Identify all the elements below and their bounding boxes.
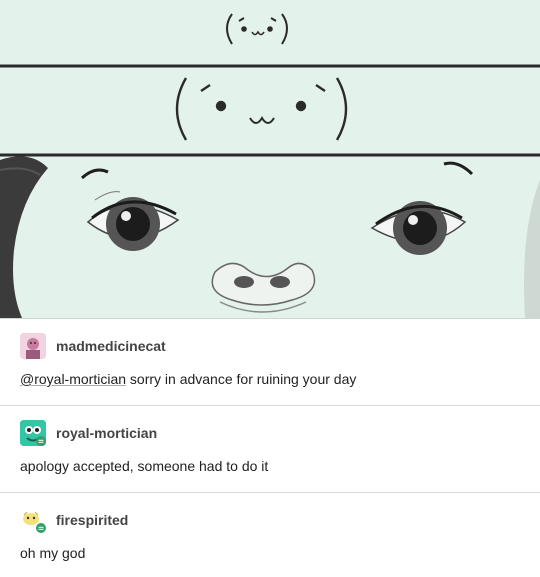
reply-header: firespirited (20, 507, 128, 533)
green-monster-avatar-icon[interactable] (20, 420, 46, 446)
reply-item: madmedicinecat @royal-mortician sorry in… (0, 319, 540, 406)
yellow-creature-avatar-icon[interactable] (20, 507, 46, 533)
reply-message: sorry in advance for ruining your day (126, 371, 357, 387)
post-image (0, 0, 540, 319)
reply-text: oh my god (20, 545, 86, 561)
reply-text: apology accepted, someone had to do it (20, 458, 269, 474)
reply-username[interactable]: madmedicinecat (56, 338, 166, 354)
reply-header: royal-mortician (20, 420, 157, 446)
pink-portrait-avatar-icon[interactable] (20, 333, 46, 359)
reply-header: madmedicinecat (20, 333, 166, 359)
post: madmedicinecat @royal-mortician sorry in… (0, 0, 540, 577)
reply-username[interactable]: royal-mortician (56, 425, 157, 441)
reply-item: firespirited oh my god (0, 493, 540, 577)
reply-username[interactable]: firespirited (56, 512, 128, 528)
reply-item: royal-mortician apology accepted, someon… (0, 406, 540, 493)
mention-link[interactable]: @royal-mortician (20, 371, 126, 387)
reply-text: @royal-mortician sorry in advance for ru… (20, 371, 356, 387)
